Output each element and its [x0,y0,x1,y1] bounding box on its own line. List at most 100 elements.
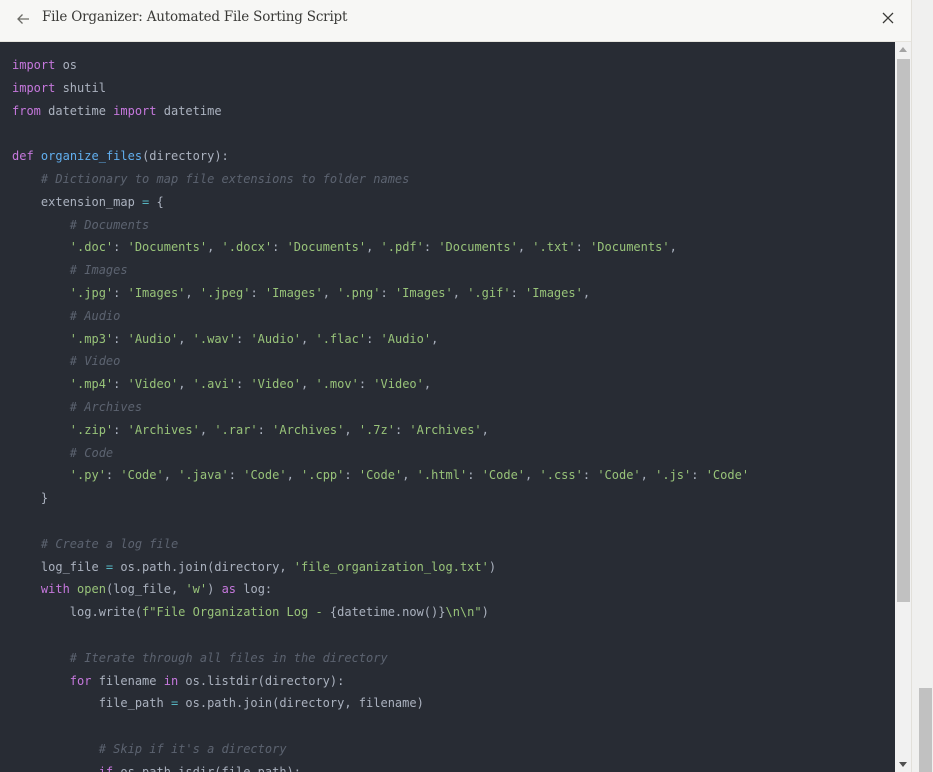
string-token: 'Code' [597,468,641,483]
string-token: '.flac' [315,331,367,346]
code-text: filename [91,673,164,688]
keyword-token: import [113,103,157,118]
code-text: : [113,240,128,255]
string-token: '.rar' [214,422,258,437]
code-text: , [481,422,489,437]
string-token: '.wav' [192,331,236,346]
code-line: extension_map = { [12,191,895,214]
string-token: '.avi' [192,377,236,392]
comment-token: # Iterate through all files in the direc… [69,650,388,665]
keyword-token: as [221,582,237,597]
code-text: : [113,377,128,392]
function-name-token: organize_files [40,149,143,164]
string-token: 'Video' [127,377,179,392]
code-line: '.jpg': 'Images', '.jpeg': 'Images', '.p… [12,282,895,305]
code-text: , [286,468,302,483]
code-text: : [575,240,591,255]
scroll-down-arrow-icon[interactable] [899,762,907,767]
string-token: 'Archives' [272,422,345,437]
close-button[interactable] [878,8,898,28]
string-token: 'Images' [264,285,323,300]
code-scrollbar-thumb[interactable] [897,59,910,602]
code-text: : [380,285,395,300]
code-line: # Video [12,350,895,373]
string-token: '.mp3' [69,331,114,346]
string-token: 'Documents' [438,240,518,255]
code-text: log.write( [12,605,143,620]
page-scrollbar[interactable] [912,0,933,772]
code-scrollbar[interactable] [895,42,911,772]
code-line: import os [12,54,895,77]
code-text: : [582,468,598,483]
code-line: # Documents [12,214,895,237]
string-token: 'Video' [250,377,302,392]
code-text: , [185,285,200,300]
string-token: '.png' [337,285,381,300]
comment-token: # Images [69,263,128,278]
code-line: from datetime import datetime [12,100,895,123]
code-text: ) [207,582,222,597]
comment-token: # Video [69,354,121,369]
string-token: 'Audio' [127,331,179,346]
code-text: : [113,285,128,300]
code-text: : [236,377,251,392]
code-line: for filename in os.listdir(directory): [12,670,895,693]
string-token: 'Audio' [250,331,302,346]
code-text: , [163,468,179,483]
string-token: 'Images' [394,285,453,300]
code-text: , [669,240,677,255]
keyword-token: if [98,764,114,772]
string-token: 'Archives' [127,422,200,437]
page-scrollbar-thumb[interactable] [919,688,932,772]
keyword-token: in [163,673,179,688]
code-line: if os.path.isdir(file_path): [12,761,895,772]
code-text: , [431,331,439,346]
arrow-left-icon [17,14,29,24]
code-line: # Audio [12,305,895,328]
string-token: 'Code' [481,468,526,483]
code-content: import os import shutil from datetime impo… [0,42,895,772]
code-text: : [236,331,251,346]
code-text: , [178,331,193,346]
code-line: def organize_files(directory): [12,145,895,168]
page-title: File Organizer: Automated File Sorting S… [42,9,348,25]
string-token: '.js' [655,468,692,483]
back-button[interactable] [12,8,34,30]
string-token: 'Images' [525,285,583,300]
string-token: '.mp4' [69,377,114,392]
code-text: , [525,468,540,483]
code-line: '.doc': 'Documents', '.docx': 'Documents… [12,236,895,259]
code-text: ) [488,559,497,574]
builtin-token: open [77,582,106,597]
string-token: '.jpg' [69,285,114,300]
string-token: '.cpp' [301,468,345,483]
code-text: (directory): [142,149,229,164]
code-line: # Create a log file [12,533,895,556]
scroll-up-arrow-icon[interactable] [899,47,907,52]
code-line: '.py': 'Code', '.java': 'Code', '.cpp': … [12,464,895,487]
code-text: , [423,377,432,392]
string-token: 'file_organization_log.txt' [293,559,489,574]
code-text: extension_map [12,194,143,209]
code-text: : [344,468,359,483]
string-token: 'Documents' [590,240,670,255]
string-token: '.jpeg' [199,285,251,300]
string-token: '.7z' [358,422,395,437]
code-text: log_file [12,559,106,574]
